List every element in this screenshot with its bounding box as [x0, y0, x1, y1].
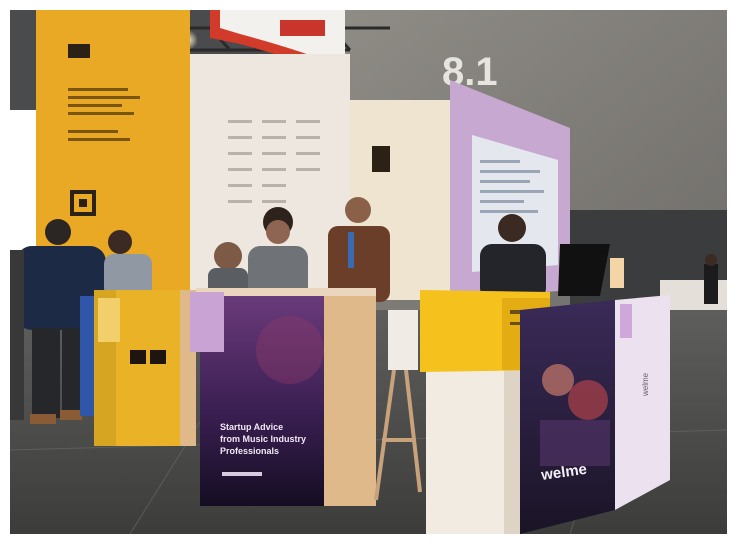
welme-poster-panel: welme: [520, 300, 615, 534]
side-panel-text: welme: [641, 372, 650, 397]
person-background: [704, 264, 718, 304]
svg-text:from Music Industry: from Music Industry: [220, 434, 306, 444]
counter-yellow: [94, 290, 196, 446]
trade-fair-booth-photo: 8.1 Startup Advice from Music Industry P…: [10, 10, 727, 534]
svg-text:Professionals: Professionals: [220, 446, 279, 456]
counter-purple: Startup Advice from Music Industry Profe…: [190, 288, 376, 506]
person-far-left: [10, 250, 24, 420]
counter-headline: Startup Advice: [220, 422, 283, 432]
